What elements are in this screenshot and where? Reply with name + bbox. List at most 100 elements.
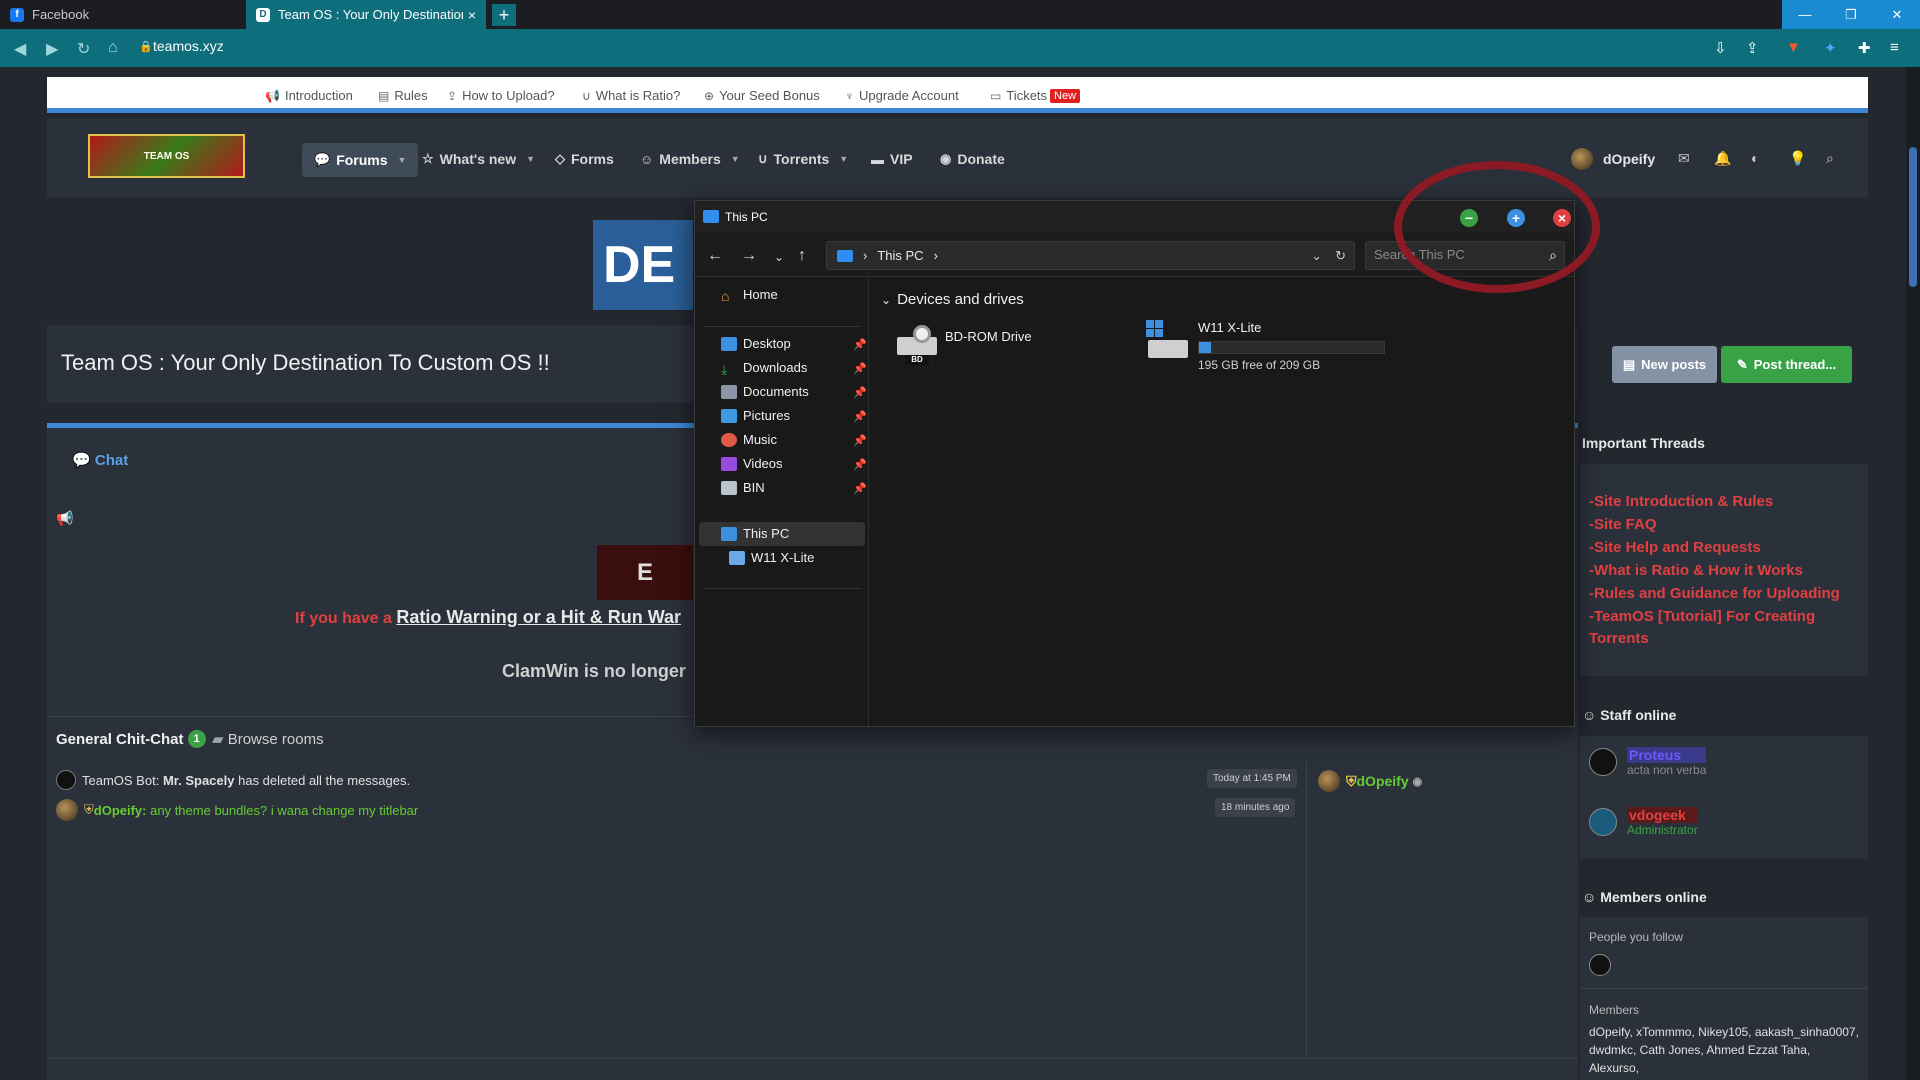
staff-member[interactable]: vdogeek Administrator [1589,807,1698,837]
forward-arrow-icon[interactable]: → [741,247,757,265]
event-banner[interactable]: E [597,545,693,600]
nav-donate[interactable]: ◉ Donate [940,151,1005,167]
windows-drive-icon [1146,320,1190,362]
pin-icon[interactable]: 📌 [853,338,867,351]
inbox-icon[interactable]: ✉ [1678,150,1690,167]
pin-icon[interactable]: 📌 [853,482,867,495]
url-text[interactable]: teamos.xyz [153,38,224,54]
link-what-is-ratio[interactable]: ∪ What is Ratio? [582,88,680,103]
ratio-warning-link[interactable]: Ratio Warning or a Hit & Run War [396,607,681,627]
nav-forums[interactable]: 💬 Forums ▼ [302,143,419,177]
close-window-button[interactable]: ✕ [1874,0,1920,29]
members-list[interactable]: dOpeify, xTommmo, Nikey105, aakash_sinha… [1589,1023,1859,1077]
new-tab-button[interactable]: + [492,4,516,26]
link-how-to-upload[interactable]: ⇪ How to Upload? [447,88,555,103]
drive-bd-rom[interactable]: BD BD-ROM Drive [893,323,1032,365]
star-icon: ☆ [422,151,434,166]
nav-forms[interactable]: ◇ Forms [555,151,614,167]
drive-w11-xlite[interactable]: W11 X-Lite 195 GB free of 209 GB [1146,320,1385,372]
important-threads-title: Important Threads [1582,435,1705,451]
sidebar-item-desktop[interactable]: Desktop [721,336,791,351]
share-icon[interactable]: ⇪ [1746,39,1759,57]
nav-torrents[interactable]: ∪ Torrents ▼ [758,151,848,167]
thread-link[interactable]: -Site FAQ [1589,513,1657,536]
chevron-down-icon[interactable]: ▼ [398,155,407,165]
link-seed-bonus[interactable]: ⊕ Your Seed Bonus [704,88,820,103]
download-icon[interactable]: ⇩ [1714,39,1727,57]
sidebar-item-home[interactable]: ⌂ Home [721,287,778,304]
close-tab-icon[interactable]: × [468,7,476,23]
scroll-thumb[interactable] [1909,147,1917,287]
back-arrow-icon[interactable]: ← [707,247,723,265]
nav-whats-new[interactable]: ☆ What's new ▼ [422,151,535,167]
pin-icon[interactable]: 📌 [853,386,867,399]
site-logo[interactable]: TEAM OS [88,134,245,178]
sidebar-item-w11-drive[interactable]: W11 X-Lite [729,550,814,565]
sidebar-item-this-pc[interactable]: This PC [721,526,789,541]
tab-teamos[interactable]: D Team OS : Your Only Destination T × [246,0,486,29]
document-icon: ▤ [378,88,390,103]
browse-rooms-link[interactable]: ▰ Browse rooms [212,730,324,748]
chevron-down-icon[interactable]: ⌄ [1311,248,1322,264]
link-tickets[interactable]: ▭ Tickets New [990,88,1081,103]
user-icon: ☺ [1582,707,1597,723]
link-introduction[interactable]: 📢 Introduction [265,88,353,103]
lightbulb-icon[interactable]: 💡 [1789,150,1806,167]
pin-icon[interactable]: 📌 [853,410,867,423]
refresh-icon[interactable]: ↻ [1335,248,1346,264]
restore-window-button[interactable]: ❐ [1828,0,1874,29]
pin-icon[interactable]: 📌 [853,362,867,375]
forward-icon[interactable]: ▶ [46,39,58,59]
sidebar-item-videos[interactable]: Videos [721,456,783,471]
menu-icon[interactable]: ≡ [1890,39,1899,56]
thread-link[interactable]: -Rules and Guidance for Uploading [1589,582,1840,605]
up-arrow-icon[interactable]: ↑ [798,247,806,265]
tab-facebook[interactable]: f Facebook [0,0,244,29]
thread-link[interactable]: -Site Introduction & Rules [1589,490,1773,513]
staff-member[interactable]: Proteus acta non verba [1589,747,1707,777]
theme-toggle-icon[interactable]: ◐ [1751,150,1759,166]
search-icon[interactable]: ⌕ [1826,150,1834,167]
avatar[interactable] [1589,954,1611,976]
home-icon[interactable]: ⌂ [108,39,118,57]
chat-room-name[interactable]: General Chit-Chat 1 [56,730,206,748]
sidebar-item-documents[interactable]: Documents [721,384,809,399]
post-thread-button[interactable]: ✎ Post thread... [1721,346,1852,383]
thread-link[interactable]: Torrents [1589,627,1649,650]
chat-tab[interactable]: 💬 Chat [72,451,128,469]
page-scrollbar[interactable] [1906,67,1920,1080]
brave-shield-icon[interactable]: ▼ [1786,39,1801,56]
pin-icon[interactable]: 📌 [853,434,867,447]
thread-link[interactable]: -TeamOS [Tutorial] For Creating [1589,605,1815,628]
donate-icon: ◉ [940,151,952,166]
sidebar-item-music[interactable]: Music [721,432,777,447]
online-dot-icon: ◉ [1412,775,1423,788]
link-upgrade-account[interactable]: ♆ Upgrade Account [845,88,959,103]
link-rules[interactable]: ▤ Rules [378,88,428,103]
folder-icon: ▰ [212,731,224,748]
sidebar-item-pictures[interactable]: Pictures [721,408,790,423]
bell-icon[interactable]: 🔔 [1714,150,1731,167]
chat-online-user[interactable]: ⛨ dOpeify ◉ [1318,770,1422,792]
sidebar-item-downloads[interactable]: ⤓ Downloads [721,360,807,377]
minimize-window-button[interactable]: — [1782,0,1828,29]
back-icon[interactable]: ◀ [14,39,26,59]
document-icon: ▤ [1622,356,1636,372]
devices-group-header[interactable]: ⌄ Devices and drives [881,291,1024,308]
user-menu[interactable]: dOpeify [1571,148,1655,170]
chevron-down-icon[interactable]: ▼ [731,154,740,164]
extensions-icon[interactable]: ✚ [1858,39,1871,57]
chevron-down-icon[interactable]: ⌄ [774,250,784,264]
thread-link[interactable]: -Site Help and Requests [1589,536,1761,559]
wallet-icon[interactable]: ✦ [1824,39,1837,57]
nav-vip[interactable]: ▬ VIP [871,151,913,167]
chevron-down-icon[interactable]: ▼ [839,154,848,164]
chevron-down-icon[interactable]: ▼ [526,154,535,164]
nav-members[interactable]: ☺ Members ▼ [640,151,740,167]
new-posts-button[interactable]: ▤ New posts [1612,346,1717,383]
pin-icon[interactable]: 📌 [853,458,867,471]
explorer-address-bar[interactable]: › This PC › ⌄ ↻ [826,241,1355,270]
thread-link[interactable]: -What is Ratio & How it Works [1589,559,1803,582]
sidebar-item-bin[interactable]: BIN [721,480,765,495]
reload-icon[interactable]: ↻ [77,39,90,59]
